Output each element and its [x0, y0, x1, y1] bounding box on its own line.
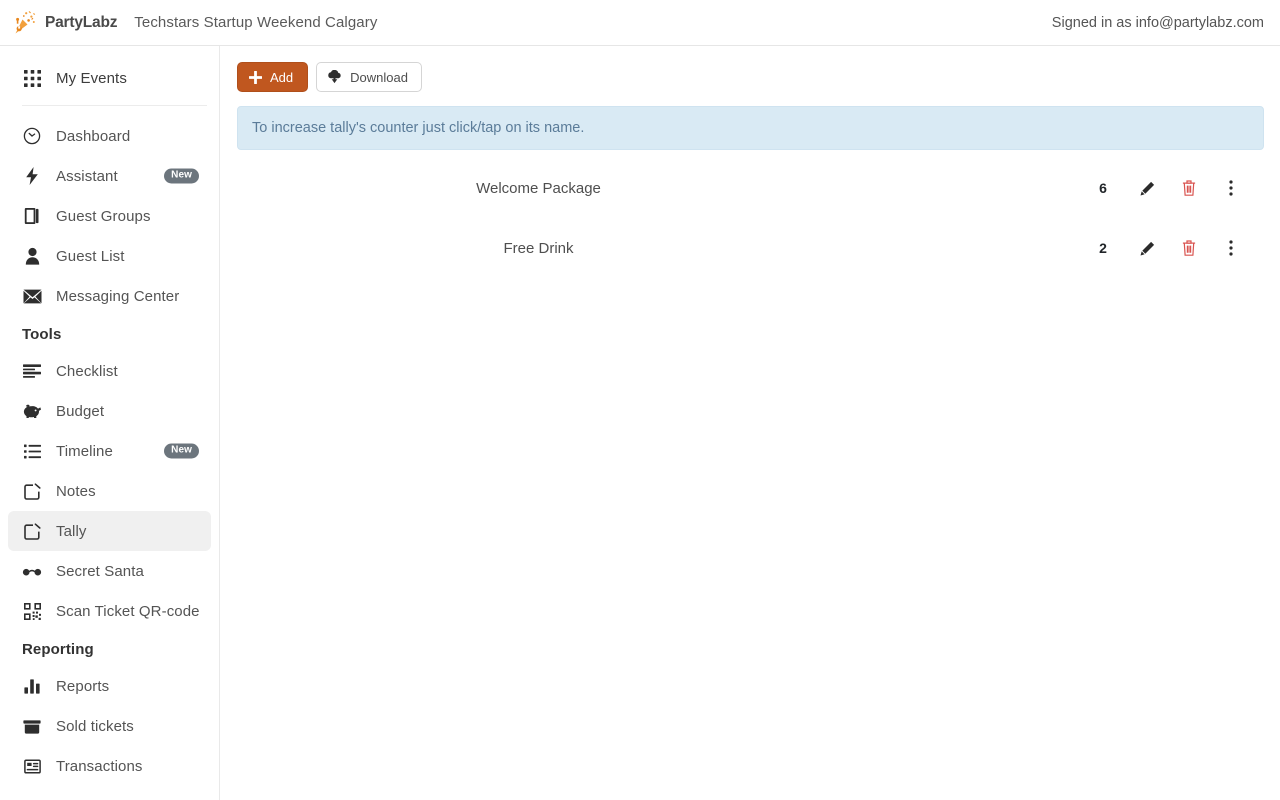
sidebar-item-label: Assistant — [56, 167, 118, 185]
tally-name-cell: Free Drink — [237, 240, 1080, 257]
pencil-icon[interactable] — [1126, 170, 1168, 206]
sidebar-item-label: Messaging Center — [56, 287, 180, 305]
sidebar-section-reporting: Reporting — [22, 641, 94, 658]
note-edit-icon — [22, 521, 42, 541]
sidebar-item-secret-santa[interactable]: Secret Santa — [8, 551, 211, 591]
add-button[interactable]: Add — [237, 62, 309, 92]
vertical-dots-icon[interactable] — [1210, 170, 1252, 206]
tally-list: Welcome Package 6 Free Drink 2 — [237, 158, 1264, 278]
person-icon — [22, 246, 42, 266]
sidebar-item-label: Timeline — [56, 442, 113, 460]
sidebar-item-timeline[interactable]: Timeline New — [8, 431, 211, 471]
plus-icon — [249, 70, 262, 84]
tally-name[interactable]: Free Drink — [503, 240, 573, 257]
sidebar-item-reports[interactable]: Reports — [8, 666, 211, 706]
new-badge: New — [164, 443, 199, 459]
sidebar-item-scan-ticket-qr-code[interactable]: Scan Ticket QR-code — [8, 591, 211, 631]
sidebar-item-label: Sold tickets — [56, 717, 134, 735]
tally-toolbar: Add Download — [237, 62, 1264, 92]
add-button-label: Add — [270, 69, 294, 85]
cloud-download-icon — [327, 70, 342, 84]
brand-name: PartyLabz — [45, 13, 118, 31]
sidebar-item-label: Guest List — [56, 247, 125, 265]
sidebar-item-checklist[interactable]: Checklist — [8, 351, 211, 391]
trash-icon[interactable] — [1168, 170, 1210, 206]
sidebar-item-label: Secret Santa — [56, 562, 144, 580]
tally-count: 6 — [1099, 180, 1107, 196]
sidebar-item-label: My Events — [56, 69, 127, 87]
piggy-bank-icon — [22, 401, 42, 421]
tally-name-cell: Welcome Package — [237, 180, 1080, 197]
sidebar-item-label: Dashboard — [56, 127, 131, 145]
bar-chart-icon — [22, 676, 42, 696]
sidebar-item-label: Transactions — [56, 757, 143, 775]
checklist-icon — [22, 361, 42, 381]
gauge-icon — [22, 126, 42, 146]
sidebar-item-label: Checklist — [56, 362, 118, 380]
main-content: Add Download To increase tally's counter… — [221, 46, 1280, 800]
sidebar-item-budget[interactable]: Budget — [8, 391, 211, 431]
sidebar-item-label: Budget — [56, 402, 105, 420]
sidebar-divider — [22, 105, 207, 106]
new-badge: New — [164, 168, 199, 184]
party-popper-logo-icon — [12, 10, 40, 36]
vertical-dots-icon[interactable] — [1210, 230, 1252, 266]
sidebar-item-tally[interactable]: Tally — [8, 511, 211, 551]
sidebar-item-guest-groups[interactable]: Guest Groups — [8, 196, 211, 236]
sidebar-item-label: Guest Groups — [56, 207, 151, 225]
row-actions — [1126, 230, 1252, 266]
sidebar-item-label: Tally — [56, 522, 87, 540]
download-button-label: Download — [350, 69, 408, 85]
sidebar-item-notes[interactable]: Notes — [8, 471, 211, 511]
sidebar-item-messaging-center[interactable]: Messaging Center — [8, 276, 211, 316]
note-edit-icon — [22, 481, 42, 501]
list-icon — [22, 441, 42, 461]
bolt-icon — [22, 166, 42, 186]
sidebar-item-transactions[interactable]: Transactions — [8, 746, 211, 786]
event-title: Techstars Startup Weekend Calgary — [134, 14, 378, 31]
book-icon — [22, 206, 42, 226]
tally-name[interactable]: Welcome Package — [476, 180, 601, 197]
ticket-box-icon — [22, 716, 42, 736]
tally-count: 2 — [1099, 240, 1107, 256]
glasses-icon — [22, 561, 42, 581]
info-alert: To increase tally's counter just click/t… — [237, 106, 1264, 150]
table-row[interactable]: Free Drink 2 — [237, 218, 1264, 278]
sidebar-item-assistant[interactable]: Assistant New — [8, 156, 211, 196]
sidebar-item-label: Reports — [56, 677, 110, 695]
signed-in-user[interactable]: Signed in as info@partylabz.com — [1052, 15, 1264, 31]
transactions-icon — [22, 756, 42, 776]
sidebar-item-guest-list[interactable]: Guest List — [8, 236, 211, 276]
sidebar-item-label: Notes — [56, 482, 96, 500]
qr-code-icon — [22, 601, 42, 621]
table-row[interactable]: Welcome Package 6 — [237, 158, 1264, 218]
row-actions — [1126, 170, 1252, 206]
sidebar[interactable]: My Events Dashboard Assistant New Guest … — [0, 46, 220, 800]
grid-icon — [22, 68, 42, 88]
info-alert-text: To increase tally's counter just click/t… — [252, 120, 585, 136]
sidebar-section-tools: Tools — [22, 326, 62, 343]
pencil-icon[interactable] — [1126, 230, 1168, 266]
sidebar-item-sold-tickets[interactable]: Sold tickets — [8, 706, 211, 746]
download-button[interactable]: Download — [316, 62, 422, 92]
brand[interactable]: PartyLabz — [12, 10, 117, 36]
sidebar-item-dashboard[interactable]: Dashboard — [8, 116, 211, 156]
app-header: PartyLabz Techstars Startup Weekend Calg… — [0, 0, 1280, 46]
sidebar-item-my-events[interactable]: My Events — [8, 58, 211, 98]
trash-icon[interactable] — [1168, 230, 1210, 266]
sidebar-item-label: Scan Ticket QR-code — [56, 602, 200, 620]
envelope-icon — [22, 286, 42, 306]
